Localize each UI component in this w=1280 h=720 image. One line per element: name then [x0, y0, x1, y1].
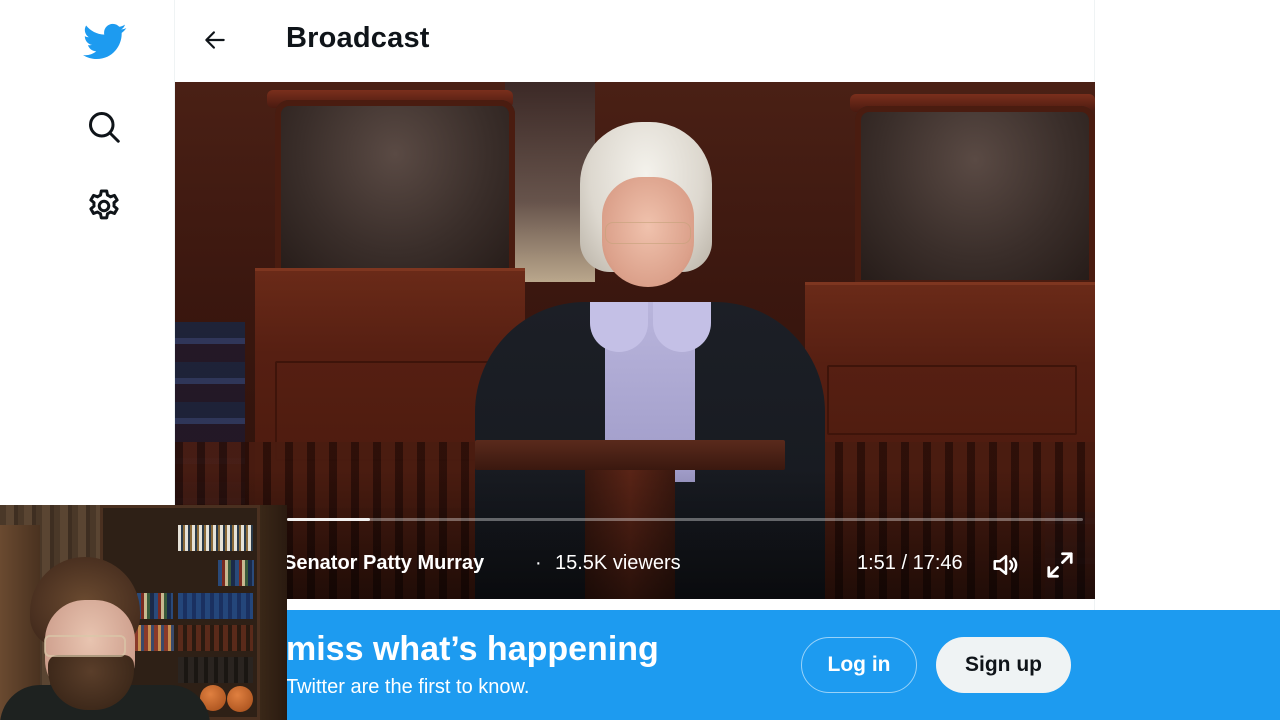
- twitter-logo-link[interactable]: [81, 18, 129, 66]
- banner-title: miss what’s happening: [286, 630, 659, 668]
- video-progress-fill: [287, 518, 370, 521]
- page: Broadcast Senator Patty Murray · 15.5K v…: [0, 0, 1280, 720]
- right-sidebar: [1095, 0, 1280, 610]
- banner-subtitle: Twitter are the first to know.: [286, 676, 530, 698]
- twitter-bird-icon: [83, 23, 127, 60]
- separator-dot: ·: [535, 552, 542, 574]
- time-display: 1:51 / 17:46: [857, 552, 963, 574]
- settings-button[interactable]: [80, 182, 128, 230]
- search-icon: [89, 112, 120, 143]
- page-header: Broadcast: [175, 0, 1094, 82]
- video-frame: [175, 82, 1095, 599]
- login-button[interactable]: Log in: [801, 637, 917, 693]
- signup-button[interactable]: Sign up: [936, 637, 1071, 693]
- explore-search-button[interactable]: [80, 103, 128, 151]
- volume-button[interactable]: [989, 548, 1023, 582]
- back-button[interactable]: [197, 22, 233, 58]
- speaker-volume-icon: [993, 555, 1018, 575]
- webcam-overlay: [0, 505, 287, 720]
- fullscreen-button[interactable]: [1043, 548, 1077, 582]
- page-title: Broadcast: [286, 22, 430, 54]
- video-player[interactable]: Senator Patty Murray · 15.5K viewers 1:5…: [175, 82, 1095, 599]
- gear-icon: [89, 189, 119, 220]
- video-controls: Senator Patty Murray · 15.5K viewers 1:5…: [175, 544, 1095, 586]
- viewer-count: 15.5K viewers: [555, 552, 681, 574]
- arrow-left-icon: [205, 31, 225, 49]
- expand-fullscreen-icon: [1047, 552, 1073, 578]
- broadcast-host-name[interactable]: Senator Patty Murray: [283, 552, 484, 575]
- video-progress-bar[interactable]: [287, 518, 1083, 521]
